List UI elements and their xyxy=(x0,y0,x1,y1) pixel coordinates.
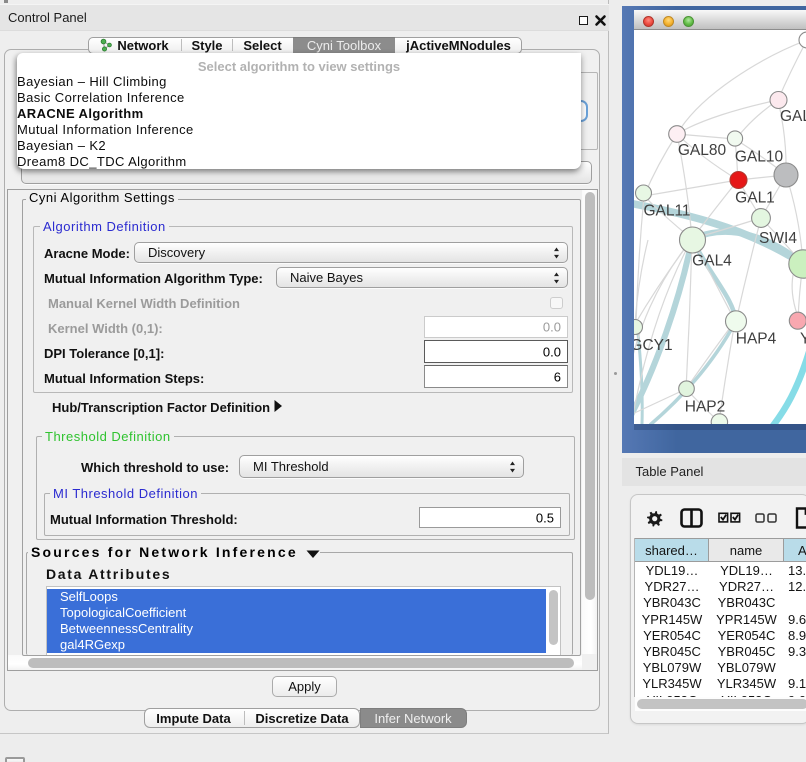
svg-text:GAL2: GAL2 xyxy=(780,108,806,125)
svg-text:GAL1: GAL1 xyxy=(735,190,775,207)
svg-text:HAP2: HAP2 xyxy=(685,399,726,416)
svg-text:GCY1: GCY1 xyxy=(634,337,673,354)
svg-text:GAL80: GAL80 xyxy=(678,142,727,159)
svg-text:GAL4: GAL4 xyxy=(692,253,732,270)
svg-text:SWI4: SWI4 xyxy=(759,230,797,247)
svg-text:GAL10: GAL10 xyxy=(735,149,784,166)
svg-text:HAP4: HAP4 xyxy=(736,331,777,348)
svg-text:YJ: YJ xyxy=(800,331,806,348)
svg-text:GAL11: GAL11 xyxy=(643,203,690,220)
